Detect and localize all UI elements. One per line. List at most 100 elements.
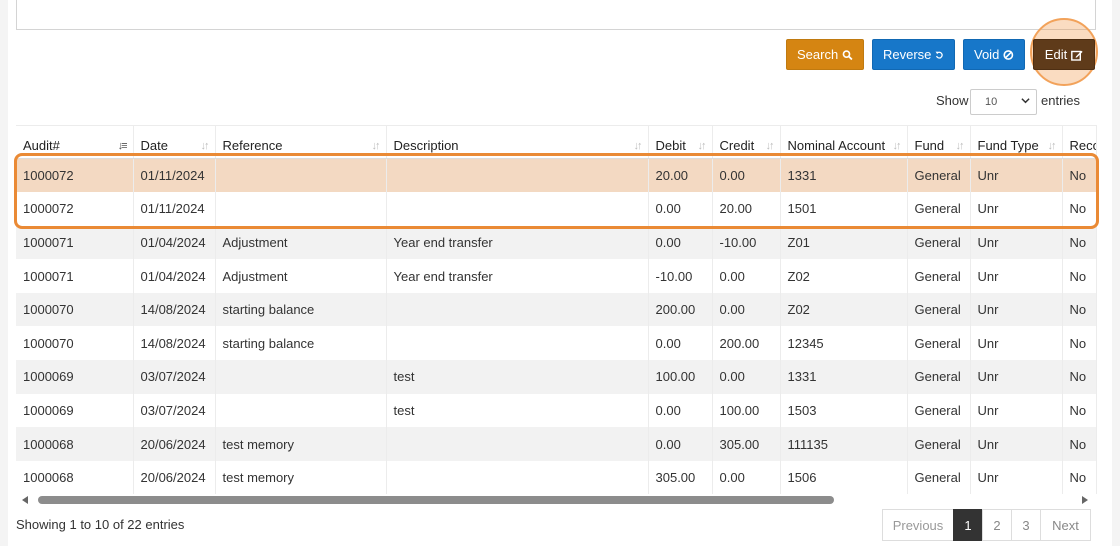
pagination-page-1[interactable]: 1 [953, 509, 983, 541]
table-row[interactable]: 1000068 20/06/2024 test memory 305.00 0.… [16, 460, 1097, 495]
scroll-right-icon[interactable] [1082, 496, 1088, 504]
column-header-label: Date [140, 138, 168, 153]
sort-icon: ↓↑ [633, 140, 643, 152]
void-button[interactable]: Void [963, 39, 1025, 70]
length-entries-label: entries [1041, 93, 1081, 108]
entries-per-page-value: 10 [985, 96, 998, 108]
cell-debit: -10.00 [648, 259, 713, 293]
cell-reco: No [1062, 393, 1097, 428]
length-show-label: Show [936, 93, 969, 108]
cell-nominal-account: 111135 [780, 427, 908, 461]
sort-icon: ↓↑ [697, 140, 707, 152]
edit-button-label: Edit [1044, 47, 1068, 62]
cell-reference [215, 393, 387, 428]
cell-fund-type: Unr [970, 158, 1063, 193]
table-header-row: Audit# ↓≡ Date ↓↑ Reference ↓↑ Description ↓… [16, 125, 1097, 159]
cell-credit: 0.00 [712, 259, 781, 293]
cell-credit: 200.00 [712, 326, 781, 361]
table-info: Showing 1 to 10 of 22 entries [16, 517, 185, 532]
cell-fund: General [907, 158, 971, 193]
cell-credit: 305.00 [712, 427, 781, 461]
horizontal-scrollbar[interactable] [16, 493, 1096, 507]
cell-description [386, 292, 649, 327]
cell-date: 03/07/2024 [133, 360, 216, 394]
sort-icon: ↓↑ [765, 140, 775, 152]
cell-reference: Adjustment [215, 259, 387, 293]
column-header-label: Debit [655, 138, 686, 153]
table-row[interactable]: 1000068 20/06/2024 test memory 0.00 305.… [16, 427, 1097, 461]
cell-audit: 1000069 [16, 360, 134, 394]
edit-button[interactable]: Edit [1033, 39, 1095, 70]
cell-credit: 0.00 [712, 158, 781, 193]
table-row[interactable]: 1000071 01/04/2024 Adjustment Year end t… [16, 225, 1097, 260]
pagination-next[interactable]: Next [1040, 509, 1091, 541]
cell-date: 14/08/2024 [133, 292, 216, 327]
column-header-fund-type[interactable]: Fund Type ↓↑ [970, 125, 1063, 159]
cell-fund: General [907, 192, 971, 226]
column-header-date[interactable]: Date ↓↑ [133, 125, 216, 159]
edit-icon [1071, 50, 1083, 61]
table-row[interactable]: 1000072 01/11/2024 0.00 20.00 1501 Gener… [16, 192, 1097, 226]
cell-debit: 0.00 [648, 192, 713, 226]
pagination-page-2[interactable]: 2 [982, 509, 1012, 541]
entries-per-page-select[interactable]: 10 [970, 89, 1037, 115]
sort-icon: ↓↑ [200, 140, 210, 152]
sort-desc-icon: ↓≡ [117, 140, 128, 152]
cell-audit: 1000068 [16, 427, 134, 461]
search-button-label: Search [797, 47, 839, 62]
cell-description: test [386, 393, 649, 428]
cell-debit: 200.00 [648, 292, 713, 327]
cell-reference: test memory [215, 460, 387, 495]
cell-fund: General [907, 427, 971, 461]
column-header-label: Description [393, 138, 459, 153]
table-row[interactable]: 1000072 01/11/2024 20.00 0.00 1331 Gener… [16, 158, 1097, 193]
column-header-label: Nominal Account [787, 138, 886, 153]
scroll-left-icon[interactable] [22, 496, 28, 504]
column-header-debit[interactable]: Debit ↓↑ [648, 125, 713, 159]
scrollbar-thumb[interactable] [38, 496, 834, 504]
cell-audit: 1000068 [16, 460, 134, 495]
cell-reference: starting balance [215, 292, 387, 327]
cell-date: 14/08/2024 [133, 326, 216, 361]
cell-fund: General [907, 460, 971, 495]
cell-reference: Adjustment [215, 225, 387, 260]
cell-audit: 1000069 [16, 393, 134, 428]
cell-audit: 1000072 [16, 158, 134, 193]
column-header-reco[interactable]: Reco [1062, 125, 1097, 159]
cell-reco: No [1062, 427, 1097, 461]
cell-nominal-account: 1503 [780, 393, 908, 428]
table-row[interactable]: 1000069 03/07/2024 test 0.00 100.00 1503… [16, 393, 1097, 428]
cell-date: 01/11/2024 [133, 192, 216, 226]
filter-panel [16, 0, 1096, 30]
cell-fund: General [907, 360, 971, 394]
table-row[interactable]: 1000069 03/07/2024 test 100.00 0.00 1331… [16, 360, 1097, 394]
pagination-page-3[interactable]: 3 [1011, 509, 1041, 541]
table-row[interactable]: 1000070 14/08/2024 starting balance 0.00… [16, 326, 1097, 361]
column-header-fund[interactable]: Fund ↓↑ [907, 125, 971, 159]
search-button[interactable]: Search [786, 39, 864, 70]
cell-audit: 1000070 [16, 292, 134, 327]
table-row[interactable]: 1000071 01/04/2024 Adjustment Year end t… [16, 259, 1097, 293]
cell-reference: test memory [215, 427, 387, 461]
column-header-audit[interactable]: Audit# ↓≡ [16, 125, 134, 159]
column-header-label: Audit# [23, 138, 60, 153]
cell-date: 03/07/2024 [133, 393, 216, 428]
cell-audit: 1000070 [16, 326, 134, 361]
cell-description: Year end transfer [386, 225, 649, 260]
cell-reference: starting balance [215, 326, 387, 361]
cell-nominal-account: Z02 [780, 259, 908, 293]
table-row[interactable]: 1000070 14/08/2024 starting balance 200.… [16, 292, 1097, 327]
pagination-previous[interactable]: Previous [882, 509, 954, 541]
pagination: Previous 1 2 3 Next [882, 509, 1091, 541]
cell-reco: No [1062, 158, 1097, 193]
reverse-button[interactable]: Reverse [872, 39, 955, 70]
column-header-nominal-account[interactable]: Nominal Account ↓↑ [780, 125, 908, 159]
column-header-label: Reference [222, 138, 283, 153]
column-header-credit[interactable]: Credit ↓↑ [712, 125, 781, 159]
column-header-reference[interactable]: Reference ↓↑ [215, 125, 387, 159]
cell-fund: General [907, 259, 971, 293]
sort-icon: ↓↑ [892, 140, 902, 152]
ban-icon [1003, 49, 1014, 60]
column-header-description[interactable]: Description ↓↑ [386, 125, 649, 159]
cell-nominal-account: 1501 [780, 192, 908, 226]
